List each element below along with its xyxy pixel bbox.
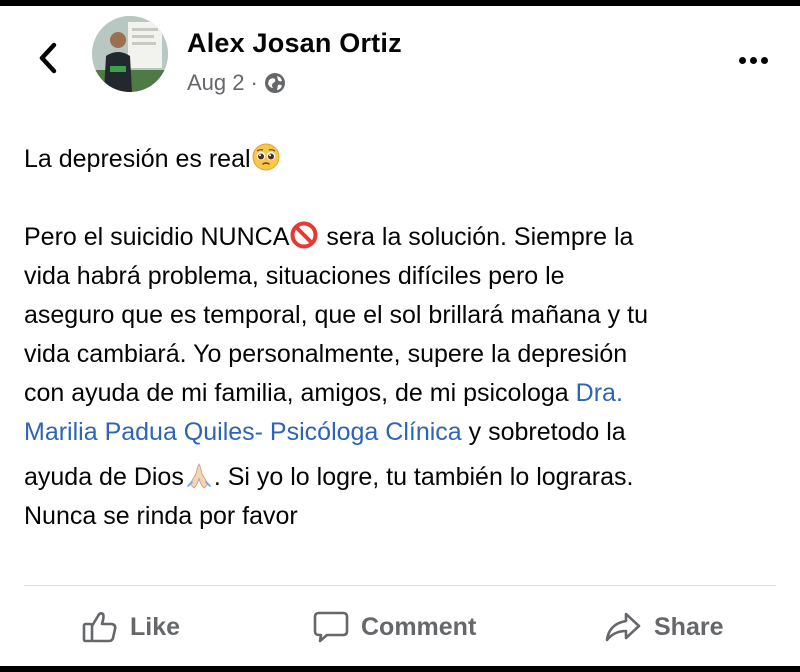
folded-hands-emoji	[187, 463, 211, 489]
share-button[interactable]: Share	[604, 605, 723, 649]
share-icon	[605, 612, 641, 642]
dot	[738, 56, 746, 64]
post-line: Pero el suicidio NUNCA sera la solución.…	[24, 218, 784, 257]
meta-separator: ·	[250, 70, 258, 95]
actions-divider	[24, 585, 776, 586]
like-button[interactable]: Like	[82, 605, 180, 649]
post-body: La depresión es real Pero el suicidio NU…	[24, 140, 784, 536]
post-line	[24, 179, 784, 218]
post-line: vida habrá problema, situaciones difícil…	[24, 262, 565, 290]
post-meta: Aug 2 ·	[187, 70, 286, 96]
post-line: vida cambiará. Yo personalmente, supere …	[24, 340, 628, 368]
chevron-left-icon	[39, 42, 57, 74]
top-status-strip	[0, 0, 800, 6]
bottom-strip	[0, 666, 800, 672]
dot	[749, 56, 757, 64]
mention-link[interactable]: Marilia Padua Quiles- Psicóloga Clínica	[24, 418, 462, 446]
post-text: con ayuda de mi familia, amigos, de mi p…	[24, 379, 576, 407]
post-line: aseguro que es temporal, que el sol bril…	[24, 301, 648, 329]
post-line: Marilia Padua Quiles- Psicóloga Clínica …	[24, 413, 784, 452]
like-label: Like	[130, 612, 181, 641]
pleading-face-emoji	[252, 143, 280, 171]
mention-link[interactable]: Dra.	[576, 379, 623, 407]
globe-icon	[264, 73, 285, 93]
share-label: Share	[654, 612, 724, 641]
more-options-button[interactable]	[735, 50, 771, 70]
post-text: Pero el suicidio NUNCA	[24, 223, 290, 251]
post-text: La depresión es real	[24, 145, 251, 173]
post-text: ayuda de Dios	[24, 463, 184, 491]
post-line: La depresión es real	[24, 140, 784, 179]
comment-icon	[313, 611, 349, 643]
comment-label: Comment	[361, 612, 477, 641]
comment-button[interactable]: Comment	[313, 605, 476, 649]
avatar-photo	[92, 16, 168, 92]
post-line: Nunca se rinda por favor	[24, 502, 298, 530]
post-text: y sobretodo la	[461, 418, 626, 446]
post-line: con ayuda de mi familia, amigos, de mi p…	[24, 374, 784, 413]
dot	[760, 56, 768, 64]
thumbs-up-icon	[82, 612, 117, 643]
back-button[interactable]	[30, 38, 66, 78]
prohibited-emoji	[290, 221, 318, 249]
post-line: ayuda de Dios . Si yo lo logre, tu tambi…	[24, 458, 784, 497]
author-name[interactable]: Alex Josan Ortiz	[187, 28, 402, 59]
post-date[interactable]: Aug 2	[187, 70, 245, 96]
post-text: . Si yo lo logre, tu también lo lograras…	[213, 463, 634, 491]
post-text: sera la solución. Siempre la	[319, 223, 634, 251]
avatar[interactable]	[92, 16, 168, 92]
